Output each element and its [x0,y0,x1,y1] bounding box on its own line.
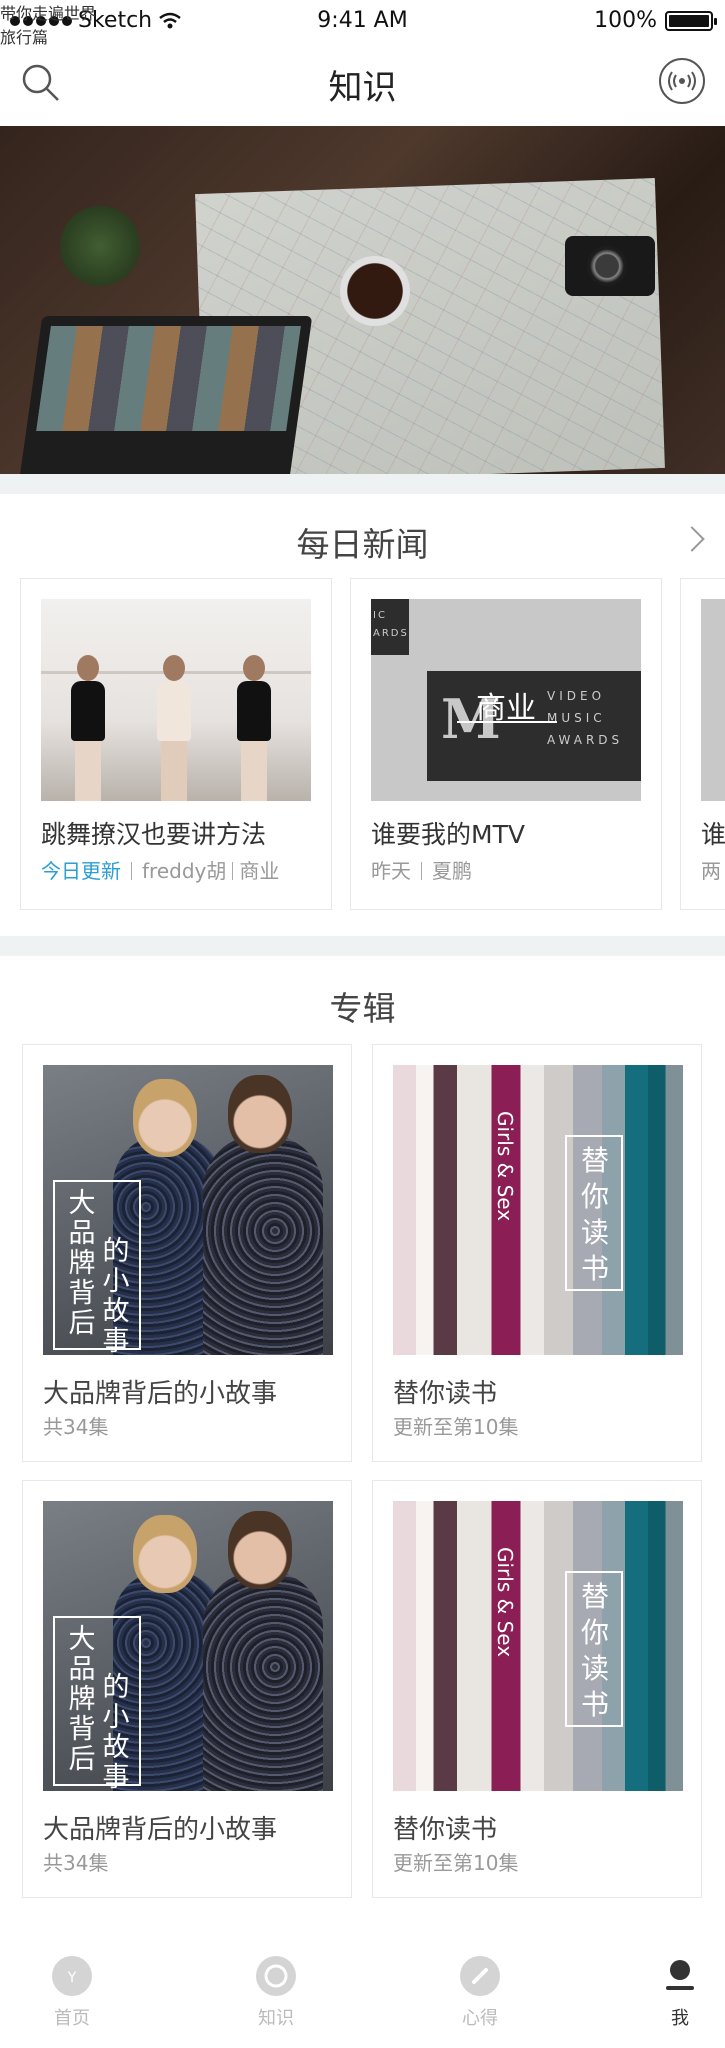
news-section-title: 每日新闻 [296,525,429,564]
radio-broadcast-icon[interactable] [659,58,705,104]
album-card-title: 大品牌背后的小故事 [43,1815,278,1845]
news-card-meta: 今日更新 freddy胡 商业 [41,855,279,884]
album-card[interactable]: Girls & Sex 替你读书 替你读书 更新至第10集 [372,1480,702,1898]
album-card-title: 替你读书 [393,1379,498,1409]
tab-label: 首页 [54,2008,90,2029]
battery-icon [665,10,717,31]
tab-me[interactable]: 我 [630,1956,725,2030]
news-card-image [41,599,311,801]
battery: 100% [594,8,717,33]
album-overlay-text: 替你读书 [580,1144,609,1285]
album-card-title: 替你读书 [393,1815,498,1845]
album-overlay-text: 大品牌背后 [68,1188,96,1339]
news-card-image: IC ARDS M VIDEO MUSIC AWARDS 商业 [371,599,641,801]
mtv-line: AWARDS [547,733,624,747]
album-card[interactable]: Girls & Sex 替你读书 替你读书 更新至第10集 [372,1044,702,1462]
travel-banner[interactable] [0,126,725,474]
section-divider [0,474,725,494]
tab-label: 我 [671,2008,689,2029]
news-card[interactable]: 跳舞撩汉也要讲方法 今日更新 freddy胡 商业 [20,578,332,910]
album-section-title: 专辑 [329,989,396,1028]
album-card-image: Girls & Sex 替你读书 [393,1065,683,1355]
album-card-image: 大品牌背后 的小故事 [43,1501,333,1791]
status-bar: Sketch 9:41 AM 100% [0,0,725,40]
album-card[interactable]: 大品牌背后 的小故事 大品牌背后的小故事 共34集 [22,1480,352,1898]
news-card-category: 商业 [239,859,280,883]
pencil-icon [460,1956,500,1996]
section-divider [0,936,725,956]
news-card-date: 两 [701,859,721,883]
news-card-meta: 昨天 夏鹏 [371,855,472,884]
mtv-corner-text: IC ARDS [371,599,409,655]
news-card-image [701,599,725,801]
album-card-title: 大品牌背后的小故事 [43,1379,278,1409]
album-card-image: Girls & Sex 替你读书 [393,1501,683,1791]
album-card-meta: 更新至第10集 [393,1415,519,1439]
book-spine-text: Girls & Sex [493,1547,517,1658]
news-card[interactable]: IC ARDS M VIDEO MUSIC AWARDS 商业 谁要我的MTV … [350,578,662,910]
book-spine-text: Girls & Sex [493,1111,517,1222]
tab-label: 心得 [462,2008,498,2029]
battery-percent: 100% [594,8,657,33]
svg-text:Y: Y [67,1970,77,1986]
news-card-title: 谁要我的MTV [371,820,525,849]
album-card-meta: 共34集 [43,1415,109,1439]
knowledge-icon [256,1956,296,1996]
news-card-author: 夏鹏 [432,859,472,883]
news-card-title: 跳舞撩汉也要讲方法 [41,820,267,849]
album-card-meta: 共34集 [43,1851,109,1875]
tab-home[interactable]: Y 首页 [22,1956,122,2030]
today-update-label: 今日更新 [41,859,121,883]
album-overlay-text: 大品牌背后 [68,1624,96,1775]
tab-knowledge[interactable]: 知识 [226,1956,326,2030]
news-card[interactable]: 谁 两 [680,578,725,910]
album-card-image: 大品牌背后 的小故事 [43,1065,333,1355]
album-overlay-text: 的小故事 [102,1236,130,1356]
tab-bar: Y 首页 知识 心得 我 [0,1946,725,2048]
news-card-date: 昨天 [371,859,411,883]
profile-icon [660,1956,700,1996]
album-card[interactable]: 大品牌背后 的小故事 大品牌背后的小故事 共34集 [22,1044,352,1462]
album-overlay-text: 的小故事 [102,1672,130,1792]
news-card-title: 谁 [701,820,725,849]
tab-label: 知识 [258,2008,294,2029]
album-overlay-text: 替你读书 [580,1580,609,1721]
news-card-author: freddy胡 [142,859,227,883]
page-title: 知识 [328,68,397,108]
album-card-meta: 更新至第10集 [393,1851,519,1875]
tab-notes[interactable]: 心得 [430,1956,530,2030]
home-icon: Y [52,1956,92,1996]
nav-bar: 知识 [0,40,725,126]
